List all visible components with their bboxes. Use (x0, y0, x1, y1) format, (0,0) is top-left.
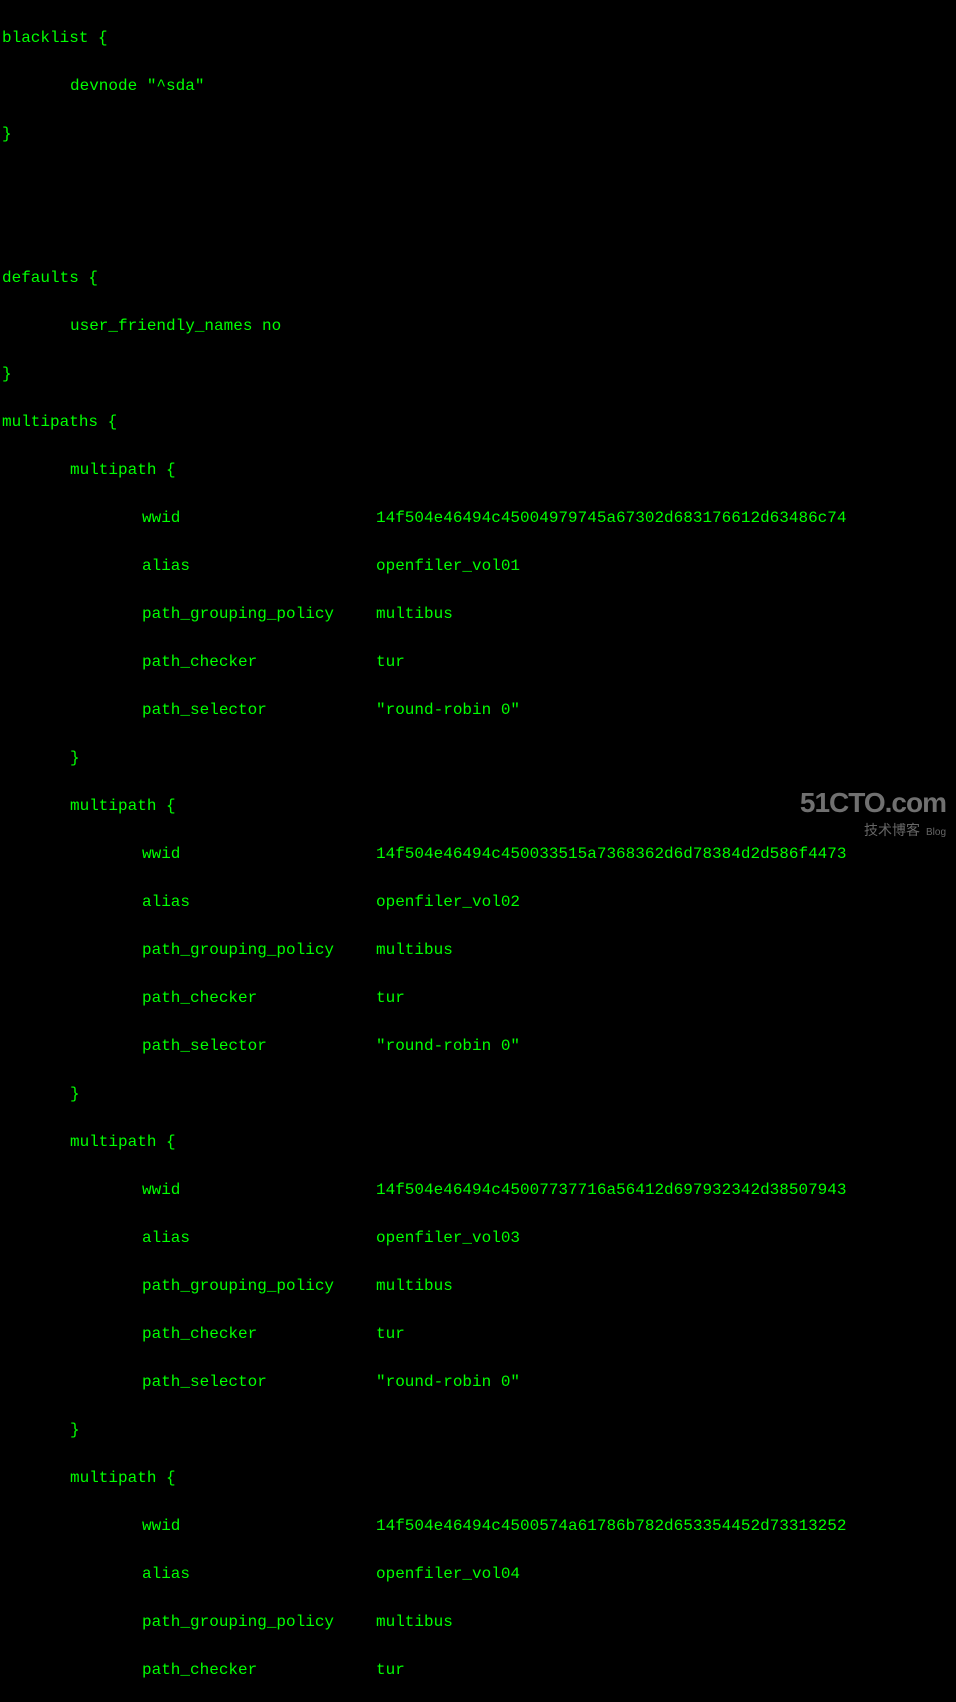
multipath-close: } (2, 1082, 954, 1106)
blank-line (2, 170, 954, 194)
multipath-alias: aliasopenfiler_vol02 (2, 890, 954, 914)
multipath-wwid: wwid14f504e46494c45004979745a67302d68317… (2, 506, 954, 530)
multipath-wwid: wwid14f504e46494c45007737716a56412d69793… (2, 1178, 954, 1202)
multipath-pc: path_checkertur (2, 986, 954, 1010)
multipath-open: multipath { (2, 458, 954, 482)
multipath-ps: path_selector"round-robin 0" (2, 1034, 954, 1058)
watermark-main: 51CTO.com (800, 782, 946, 824)
multipaths-open: multipaths { (2, 410, 954, 434)
multipath-pgp: path_grouping_policymultibus (2, 1610, 954, 1634)
watermark: 51CTO.com 技术博客Blog (800, 782, 946, 841)
blacklist-close: } (2, 122, 954, 146)
multipath-pgp: path_grouping_policymultibus (2, 938, 954, 962)
defaults-close: } (2, 362, 954, 386)
multipath-pc: path_checkertur (2, 650, 954, 674)
multipath-alias: aliasopenfiler_vol04 (2, 1562, 954, 1586)
blank-line (2, 218, 954, 242)
multipath-close: } (2, 1418, 954, 1442)
terminal-output: blacklist { devnode "^sda" } defaults { … (2, 2, 954, 1702)
multipath-alias: aliasopenfiler_vol01 (2, 554, 954, 578)
blacklist-open: blacklist { (2, 26, 954, 50)
multipath-alias: aliasopenfiler_vol03 (2, 1226, 954, 1250)
multipath-open: multipath { (2, 1466, 954, 1490)
multipath-pgp: path_grouping_policymultibus (2, 1274, 954, 1298)
multipath-pgp: path_grouping_policymultibus (2, 602, 954, 626)
blacklist-devnode: devnode "^sda" (2, 74, 954, 98)
multipath-close: } (2, 746, 954, 770)
multipath-pc: path_checkertur (2, 1658, 954, 1682)
multipath-pc: path_checkertur (2, 1322, 954, 1346)
multipath-ps: path_selector"round-robin 0" (2, 1370, 954, 1394)
defaults-open: defaults { (2, 266, 954, 290)
multipath-open: multipath { (2, 1130, 954, 1154)
multipath-ps: path_selector"round-robin 0" (2, 698, 954, 722)
multipath-wwid: wwid14f504e46494c450033515a7368362d6d783… (2, 842, 954, 866)
defaults-user-friendly: user_friendly_names no (2, 314, 954, 338)
multipath-wwid: wwid14f504e46494c4500574a61786b782d65335… (2, 1514, 954, 1538)
